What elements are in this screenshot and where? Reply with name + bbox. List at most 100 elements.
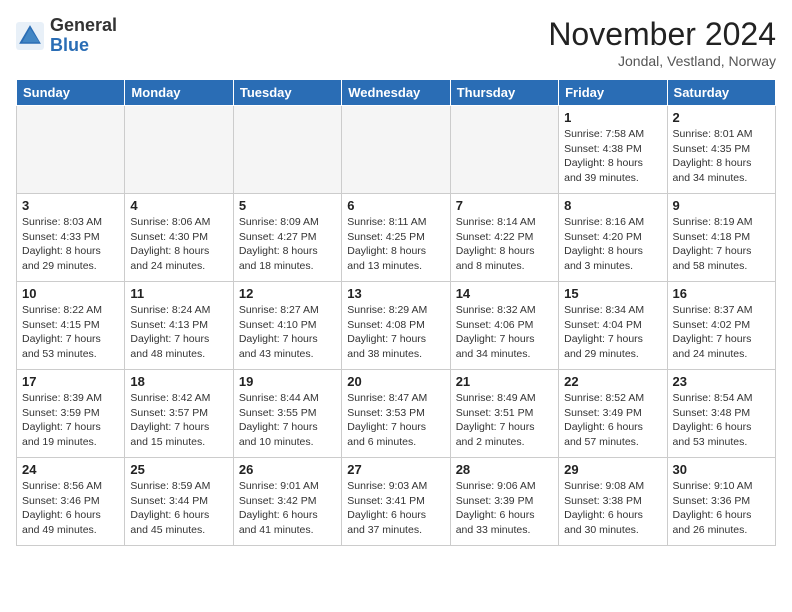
day-number: 9 bbox=[673, 198, 770, 213]
day-number: 1 bbox=[564, 110, 661, 125]
calendar-cell: 25 Sunrise: 8:59 AM Sunset: 3:44 PM Dayli… bbox=[125, 458, 233, 546]
day-number: 5 bbox=[239, 198, 336, 213]
cell-daylight-info: Sunrise: 8:52 AM Sunset: 3:49 PM Dayligh… bbox=[564, 391, 661, 450]
cell-daylight-info: Sunrise: 8:29 AM Sunset: 4:08 PM Dayligh… bbox=[347, 303, 444, 362]
cell-daylight-info: Sunrise: 8:24 AM Sunset: 4:13 PM Dayligh… bbox=[130, 303, 227, 362]
day-number: 2 bbox=[673, 110, 770, 125]
cell-daylight-info: Sunrise: 8:09 AM Sunset: 4:27 PM Dayligh… bbox=[239, 215, 336, 274]
calendar-cell bbox=[233, 106, 341, 194]
calendar-cell: 3 Sunrise: 8:03 AM Sunset: 4:33 PM Daylig… bbox=[17, 194, 125, 282]
cell-daylight-info: Sunrise: 9:10 AM Sunset: 3:36 PM Dayligh… bbox=[673, 479, 770, 538]
col-header-thursday: Thursday bbox=[450, 80, 558, 106]
calendar-cell: 13 Sunrise: 8:29 AM Sunset: 4:08 PM Dayli… bbox=[342, 282, 450, 370]
logo-general: General bbox=[50, 16, 117, 36]
day-number: 11 bbox=[130, 286, 227, 301]
calendar-table: SundayMondayTuesdayWednesdayThursdayFrid… bbox=[16, 79, 776, 546]
calendar-cell bbox=[17, 106, 125, 194]
calendar-cell: 26 Sunrise: 9:01 AM Sunset: 3:42 PM Dayli… bbox=[233, 458, 341, 546]
day-number: 13 bbox=[347, 286, 444, 301]
cell-daylight-info: Sunrise: 8:32 AM Sunset: 4:06 PM Dayligh… bbox=[456, 303, 553, 362]
cell-daylight-info: Sunrise: 8:11 AM Sunset: 4:25 PM Dayligh… bbox=[347, 215, 444, 274]
cell-daylight-info: Sunrise: 8:19 AM Sunset: 4:18 PM Dayligh… bbox=[673, 215, 770, 274]
day-number: 3 bbox=[22, 198, 119, 213]
location: Jondal, Vestland, Norway bbox=[548, 53, 776, 69]
cell-daylight-info: Sunrise: 8:34 AM Sunset: 4:04 PM Dayligh… bbox=[564, 303, 661, 362]
logo-blue: Blue bbox=[50, 36, 117, 56]
calendar-cell: 29 Sunrise: 9:08 AM Sunset: 3:38 PM Dayli… bbox=[559, 458, 667, 546]
cell-daylight-info: Sunrise: 8:14 AM Sunset: 4:22 PM Dayligh… bbox=[456, 215, 553, 274]
cell-daylight-info: Sunrise: 8:39 AM Sunset: 3:59 PM Dayligh… bbox=[22, 391, 119, 450]
cell-daylight-info: Sunrise: 8:54 AM Sunset: 3:48 PM Dayligh… bbox=[673, 391, 770, 450]
calendar-cell bbox=[342, 106, 450, 194]
calendar-header-row: SundayMondayTuesdayWednesdayThursdayFrid… bbox=[17, 80, 776, 106]
calendar-cell: 6 Sunrise: 8:11 AM Sunset: 4:25 PM Daylig… bbox=[342, 194, 450, 282]
day-number: 14 bbox=[456, 286, 553, 301]
day-number: 22 bbox=[564, 374, 661, 389]
calendar-cell: 9 Sunrise: 8:19 AM Sunset: 4:18 PM Daylig… bbox=[667, 194, 775, 282]
calendar-cell: 12Sunrise: 8:27 AM Sunset: 4:10 PM Dayli… bbox=[233, 282, 341, 370]
calendar-cell: 7 Sunrise: 8:14 AM Sunset: 4:22 PM Daylig… bbox=[450, 194, 558, 282]
day-number: 19 bbox=[239, 374, 336, 389]
cell-daylight-info: Sunrise: 8:06 AM Sunset: 4:30 PM Dayligh… bbox=[130, 215, 227, 274]
calendar-cell: 16Sunrise: 8:37 AM Sunset: 4:02 PM Dayli… bbox=[667, 282, 775, 370]
header: General Blue November 2024 Jondal, Vestl… bbox=[16, 16, 776, 69]
day-number: 8 bbox=[564, 198, 661, 213]
day-number: 24 bbox=[22, 462, 119, 477]
logo-text: General Blue bbox=[50, 16, 117, 56]
calendar-cell: 23 Sunrise: 8:54 AM Sunset: 3:48 PM Dayli… bbox=[667, 370, 775, 458]
calendar-cell bbox=[125, 106, 233, 194]
day-number: 16 bbox=[673, 286, 770, 301]
calendar-cell: 2 Sunrise: 8:01 AM Sunset: 4:35 PM Daylig… bbox=[667, 106, 775, 194]
title-block: November 2024 Jondal, Vestland, Norway bbox=[548, 16, 776, 69]
calendar-cell: 14 Sunrise: 8:32 AM Sunset: 4:06 PM Dayli… bbox=[450, 282, 558, 370]
cell-daylight-info: Sunrise: 8:49 AM Sunset: 3:51 PM Dayligh… bbox=[456, 391, 553, 450]
cell-daylight-info: Sunrise: 8:22 AM Sunset: 4:15 PM Dayligh… bbox=[22, 303, 119, 362]
calendar-cell: 17 Sunrise: 8:39 AM Sunset: 3:59 PM Dayli… bbox=[17, 370, 125, 458]
cell-daylight-info: Sunrise: 8:47 AM Sunset: 3:53 PM Dayligh… bbox=[347, 391, 444, 450]
logo-icon bbox=[16, 22, 44, 50]
day-number: 30 bbox=[673, 462, 770, 477]
calendar-cell: 11 Sunrise: 8:24 AM Sunset: 4:13 PM Dayli… bbox=[125, 282, 233, 370]
day-number: 29 bbox=[564, 462, 661, 477]
cell-daylight-info: Sunrise: 9:08 AM Sunset: 3:38 PM Dayligh… bbox=[564, 479, 661, 538]
day-number: 26 bbox=[239, 462, 336, 477]
cell-daylight-info: Sunrise: 8:56 AM Sunset: 3:46 PM Dayligh… bbox=[22, 479, 119, 538]
day-number: 25 bbox=[130, 462, 227, 477]
col-header-saturday: Saturday bbox=[667, 80, 775, 106]
cell-daylight-info: Sunrise: 8:27 AM Sunset: 4:10 PM Dayligh… bbox=[239, 303, 336, 362]
col-header-tuesday: Tuesday bbox=[233, 80, 341, 106]
day-number: 21 bbox=[456, 374, 553, 389]
logo: General Blue bbox=[16, 16, 117, 56]
col-header-wednesday: Wednesday bbox=[342, 80, 450, 106]
cell-daylight-info: Sunrise: 8:01 AM Sunset: 4:35 PM Dayligh… bbox=[673, 127, 770, 186]
calendar-week-4: 24 Sunrise: 8:56 AM Sunset: 3:46 PM Dayli… bbox=[17, 458, 776, 546]
cell-daylight-info: Sunrise: 8:03 AM Sunset: 4:33 PM Dayligh… bbox=[22, 215, 119, 274]
calendar-cell: 20Sunrise: 8:47 AM Sunset: 3:53 PM Dayli… bbox=[342, 370, 450, 458]
calendar-cell: 5 Sunrise: 8:09 AM Sunset: 4:27 PM Daylig… bbox=[233, 194, 341, 282]
calendar-cell: 24 Sunrise: 8:56 AM Sunset: 3:46 PM Dayli… bbox=[17, 458, 125, 546]
day-number: 23 bbox=[673, 374, 770, 389]
calendar-week-2: 10 Sunrise: 8:22 AM Sunset: 4:15 PM Dayli… bbox=[17, 282, 776, 370]
calendar-cell: 18Sunrise: 8:42 AM Sunset: 3:57 PM Dayli… bbox=[125, 370, 233, 458]
calendar-cell: 22 Sunrise: 8:52 AM Sunset: 3:49 PM Dayli… bbox=[559, 370, 667, 458]
page-container: General Blue November 2024 Jondal, Vestl… bbox=[0, 0, 792, 558]
calendar-cell: 8Sunrise: 8:16 AM Sunset: 4:20 PM Daylig… bbox=[559, 194, 667, 282]
day-number: 17 bbox=[22, 374, 119, 389]
col-header-friday: Friday bbox=[559, 80, 667, 106]
cell-daylight-info: Sunrise: 8:59 AM Sunset: 3:44 PM Dayligh… bbox=[130, 479, 227, 538]
day-number: 10 bbox=[22, 286, 119, 301]
day-number: 7 bbox=[456, 198, 553, 213]
calendar-week-0: 1Sunrise: 7:58 AM Sunset: 4:38 PM Daylig… bbox=[17, 106, 776, 194]
month-title: November 2024 bbox=[548, 16, 776, 53]
day-number: 15 bbox=[564, 286, 661, 301]
calendar-week-1: 3 Sunrise: 8:03 AM Sunset: 4:33 PM Daylig… bbox=[17, 194, 776, 282]
calendar-cell: 4 Sunrise: 8:06 AM Sunset: 4:30 PM Daylig… bbox=[125, 194, 233, 282]
day-number: 27 bbox=[347, 462, 444, 477]
col-header-monday: Monday bbox=[125, 80, 233, 106]
cell-daylight-info: Sunrise: 9:01 AM Sunset: 3:42 PM Dayligh… bbox=[239, 479, 336, 538]
day-number: 4 bbox=[130, 198, 227, 213]
calendar-cell bbox=[450, 106, 558, 194]
cell-daylight-info: Sunrise: 8:42 AM Sunset: 3:57 PM Dayligh… bbox=[130, 391, 227, 450]
day-number: 6 bbox=[347, 198, 444, 213]
calendar-cell: 28Sunrise: 9:06 AM Sunset: 3:39 PM Dayli… bbox=[450, 458, 558, 546]
